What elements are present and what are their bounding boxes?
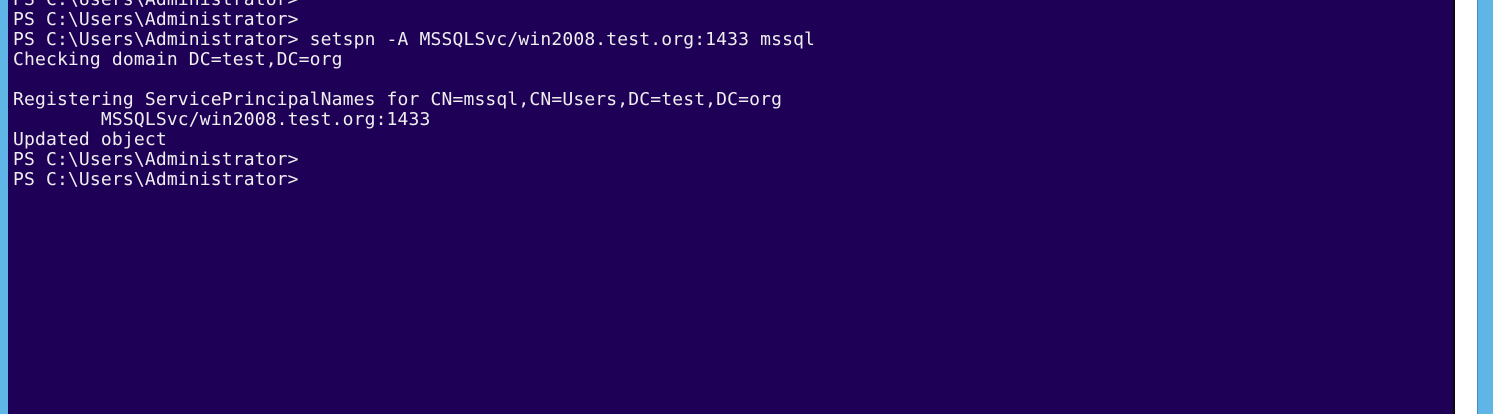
window-frame-right	[1477, 0, 1493, 414]
console-output-area[interactable]: PS C:\Users\Administrator> PS C:\Users\A…	[8, 0, 1453, 414]
console-line: MSSQLSvc/win2008.test.org:1433	[13, 109, 431, 130]
window-frame-left	[0, 0, 8, 414]
window-frame-right-edge	[1477, 0, 1478, 414]
console-line: PS C:\Users\Administrator> setspn -A MSS…	[13, 29, 816, 50]
console-line: Checking domain DC=test,DC=org	[13, 49, 343, 70]
console-line[interactable]: PS C:\Users\Administrator>	[13, 170, 815, 190]
console-line: PS C:\Users\Administrator>	[13, 149, 299, 170]
console-line: PS C:\Users\Administrator>	[13, 9, 299, 30]
console-lines: PS C:\Users\Administrator> PS C:\Users\A…	[13, 0, 815, 190]
console-line: Registering ServicePrincipalNames for CN…	[13, 89, 783, 110]
powershell-window: PS C:\Users\Administrator> PS C:\Users\A…	[0, 0, 1493, 414]
console-line: Updated object	[13, 129, 167, 150]
vertical-scrollbar[interactable]	[1455, 0, 1477, 414]
